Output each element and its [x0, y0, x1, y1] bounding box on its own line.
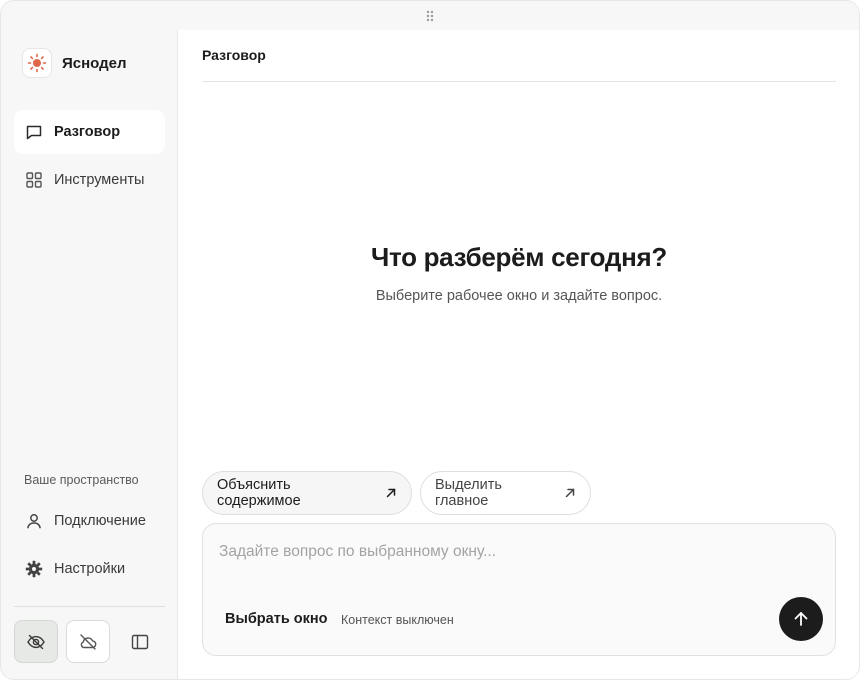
suggestion-highlight-main[interactable]: Выделить главное [420, 471, 591, 515]
gear-icon [25, 560, 43, 578]
sidebar-item-conversation[interactable]: Разговор [14, 110, 165, 154]
brand-name: Яснодел [62, 54, 127, 72]
cloud-off-icon [80, 633, 97, 650]
privacy-toggle-button[interactable] [14, 620, 58, 663]
context-status: Контекст выключен [341, 613, 454, 627]
suggestion-label: Выделить главное [435, 477, 502, 509]
sidebar-item-label: Разговор [54, 124, 121, 140]
sidebar-item-settings[interactable]: Настройки [14, 547, 165, 591]
sidebar-item-label: Подключение [54, 513, 146, 529]
sidebar-divider [14, 606, 165, 607]
question-input[interactable] [219, 540, 759, 564]
sidebar: Яснодел Разговор Инструменты Ваше простр… [1, 1, 178, 679]
sidebar-item-label: Настройки [54, 561, 126, 577]
drag-dots-icon [426, 10, 434, 21]
suggestion-explain-content[interactable]: Объяснить содержимое [202, 471, 412, 515]
pick-window-button[interactable]: Выбрать окно [225, 611, 328, 627]
grid-icon [25, 171, 43, 189]
arrow-up-icon [794, 612, 808, 626]
page-title: Разговор [202, 47, 266, 63]
user-icon [25, 512, 43, 530]
sidebar-item-label: Инструменты [54, 172, 145, 188]
cloud-toggle-button[interactable] [66, 620, 110, 663]
suggestion-label: Объяснить содержимое [217, 477, 301, 509]
brand-logo [22, 48, 52, 78]
window-drag-handle[interactable] [1, 1, 859, 30]
empty-state-subheading: Выберите рабочее окно и задайте вопрос. [375, 288, 663, 304]
app-window: Яснодел Разговор Инструменты Ваше простр… [0, 0, 860, 680]
eye-off-icon [27, 634, 45, 649]
sun-icon [27, 53, 47, 73]
workspace-section-label: Ваше пространство [24, 473, 139, 487]
empty-state-heading: Что разберём сегодня? [371, 242, 667, 272]
main-panel: Разговор Что разберём сегодня? Выберите … [179, 30, 859, 679]
sidebar-item-tools[interactable]: Инструменты [14, 158, 165, 202]
sidebar-collapse-button[interactable] [118, 620, 162, 663]
sidebar-panel-icon [131, 634, 149, 649]
send-button[interactable] [779, 597, 823, 641]
brand: Яснодел [22, 48, 127, 78]
arrow-up-right-icon [564, 487, 576, 499]
message-composer: Выбрать окно Контекст выключен [202, 523, 836, 656]
sidebar-item-connection[interactable]: Подключение [14, 499, 165, 543]
arrow-up-right-icon [385, 487, 397, 499]
title-divider [202, 81, 836, 82]
chat-bubble-icon [25, 123, 43, 141]
